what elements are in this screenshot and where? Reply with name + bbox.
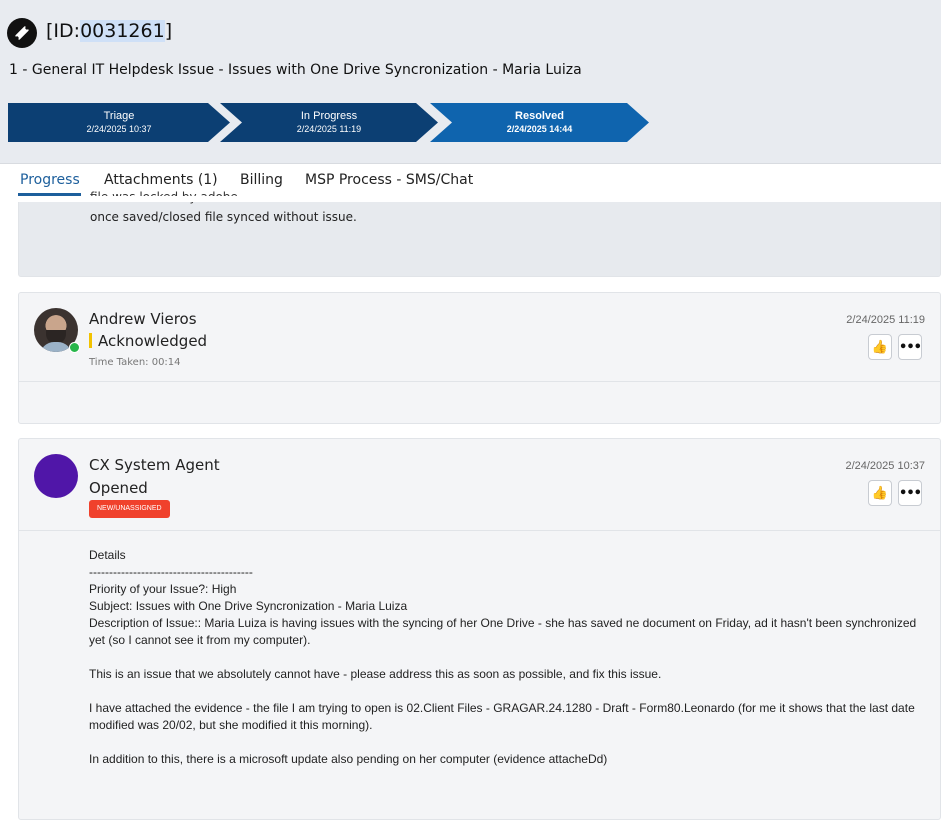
stage-date: 2/24/2025 10:37	[86, 124, 152, 134]
more-options-icon[interactable]: •••	[898, 334, 922, 360]
thumbs-up-icon[interactable]: 👍	[868, 480, 892, 506]
activity-entry-opened: CX System Agent Opened NEW/UNASSIGNED 2/…	[18, 438, 941, 820]
status-indicator	[89, 333, 92, 348]
stage-label: In Progress	[300, 110, 358, 122]
online-status-dot	[69, 342, 80, 353]
details-priority: Priority of your Issue?: High	[89, 582, 237, 596]
stage-triage: Triage 2/24/2025 10:37	[8, 103, 230, 142]
details-heading: Details	[89, 548, 126, 562]
time-taken: Time Taken: 00:14	[89, 357, 181, 368]
activity-entry-acknowledged: Andrew Vieros Acknowledged Time Taken: 0…	[18, 292, 941, 424]
ticket-id: [ID:0031261]	[46, 20, 173, 42]
previous-note-card: file was locked by adobe once saved/clos…	[18, 190, 941, 277]
status-badge: NEW/UNASSIGNED	[89, 500, 170, 518]
entry-author: CX System Agent	[89, 456, 220, 474]
ticket-id-number[interactable]: 0031261	[80, 20, 165, 42]
entry-status: Acknowledged	[89, 332, 207, 350]
stage-date: 2/24/2025 14:44	[506, 124, 573, 134]
thumbs-up-icon[interactable]: 👍	[868, 334, 892, 360]
entry-status: Opened	[89, 479, 148, 497]
entry-timestamp: 2/24/2025 10:37	[845, 460, 925, 472]
stage-date: 2/24/2025 11:19	[296, 124, 362, 134]
details-paragraph: This is an issue that we absolutely cann…	[89, 667, 662, 681]
more-options-icon[interactable]: •••	[898, 480, 922, 506]
entry-divider	[19, 530, 940, 531]
entry-details: Details --------------------------------…	[89, 547, 929, 768]
ticket-header: [ID:0031261] 1 - General IT Helpdesk Iss…	[0, 0, 941, 163]
avatar	[34, 454, 78, 498]
stage-label: Triage	[103, 110, 135, 122]
status-stages: Triage 2/24/2025 10:37 In Progress 2/24/…	[8, 103, 668, 142]
details-separator: ----------------------------------------…	[89, 565, 253, 579]
tab-attachments[interactable]: Attachments (1)	[104, 172, 218, 188]
details-description: Description of Issue:: Maria Luiza is ha…	[89, 616, 917, 647]
details-paragraph: In addition to this, there is a microsof…	[89, 752, 608, 766]
stage-label: Resolved	[515, 110, 564, 122]
scroll-mask	[0, 196, 941, 202]
ticket-title: 1 - General IT Helpdesk Issue - Issues w…	[9, 62, 582, 78]
entry-timestamp: 2/24/2025 11:19	[846, 314, 925, 326]
tab-billing[interactable]: Billing	[240, 172, 283, 188]
details-subject: Subject: Issues with One Drive Syncroniz…	[89, 599, 408, 613]
stage-in-progress: In Progress 2/24/2025 11:19	[220, 103, 438, 142]
entry-author: Andrew Vieros	[89, 310, 197, 328]
tab-progress[interactable]: Progress	[20, 172, 80, 188]
entry-divider	[19, 381, 940, 382]
details-paragraph: I have attached the evidence - the file …	[89, 701, 915, 732]
note-text-line: once saved/closed file synced without is…	[90, 210, 357, 224]
tab-msp-process[interactable]: MSP Process - SMS/Chat	[305, 172, 473, 188]
stage-resolved: Resolved 2/24/2025 14:44	[430, 103, 649, 142]
ticket-icon	[7, 18, 37, 48]
